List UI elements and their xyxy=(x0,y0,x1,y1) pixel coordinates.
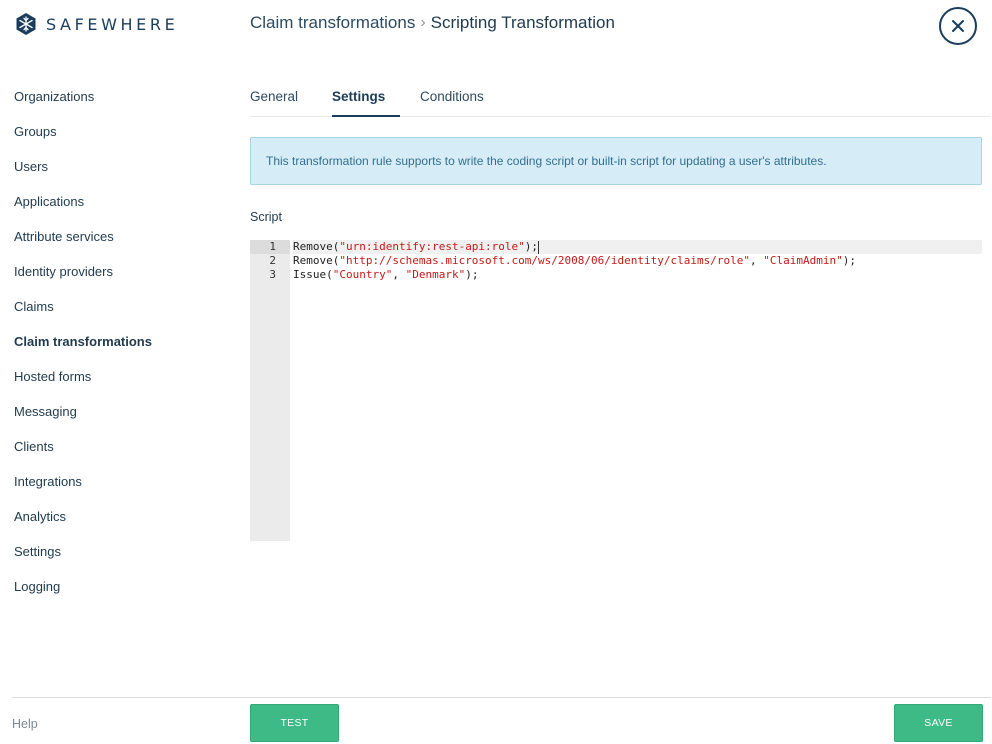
sidebar-item-applications[interactable]: Applications xyxy=(14,187,214,222)
tab-conditions[interactable]: Conditions xyxy=(420,80,484,117)
code-string: "Denmark" xyxy=(405,268,466,281)
sidebar-item-groups[interactable]: Groups xyxy=(14,117,214,152)
line-number: 3 xyxy=(269,268,276,281)
sidebar-item-identity-providers[interactable]: Identity providers xyxy=(14,257,214,292)
sidebar-item-messaging[interactable]: Messaging xyxy=(14,397,214,432)
sidebar-item-integrations[interactable]: Integrations xyxy=(14,467,214,502)
script-editor[interactable]: 1 2 3 Remove("urn:identify:rest-api:role… xyxy=(250,240,982,541)
help-link[interactable]: Help xyxy=(12,717,38,731)
line-number-gutter: 1 2 3 xyxy=(250,240,290,541)
code-token: , xyxy=(392,268,406,281)
code-token: Remove( xyxy=(293,240,340,253)
sidebar-item-users[interactable]: Users xyxy=(14,152,214,187)
code-token: ); xyxy=(842,254,856,267)
info-alert: This transformation rule supports to wri… xyxy=(250,137,982,185)
sidebar-item-organizations[interactable]: Organizations xyxy=(14,82,214,117)
code-line[interactable]: Remove("http://schemas.microsoft.com/ws/… xyxy=(293,254,982,268)
line-number: 2 xyxy=(269,254,276,267)
code-string: "Country" xyxy=(332,268,393,281)
code-string: "http://schemas.microsoft.com/ws/2008/06… xyxy=(339,254,750,267)
code-area[interactable]: Remove("urn:identify:rest-api:role"); Re… xyxy=(290,240,982,541)
snowflake-logo-icon xyxy=(16,13,36,35)
code-token: , xyxy=(749,254,764,267)
code-line[interactable]: Remove("urn:identify:rest-api:role"); xyxy=(293,240,982,254)
code-line[interactable]: Issue("Country", "Denmark"); xyxy=(293,268,982,282)
sidebar-item-analytics[interactable]: Analytics xyxy=(14,502,214,537)
code-token: Remove( xyxy=(293,254,340,267)
sidebar-item-claim-transformations[interactable]: Claim transformations xyxy=(14,327,214,362)
test-button[interactable]: TEST xyxy=(250,704,339,742)
brand-name: SAFEWHERE xyxy=(46,14,179,34)
tab-general[interactable]: General xyxy=(250,80,298,117)
script-label: Script xyxy=(250,210,282,224)
sidebar-item-logging[interactable]: Logging xyxy=(14,572,214,607)
info-alert-text: This transformation rule supports to wri… xyxy=(266,154,827,168)
sidebar-item-hosted-forms[interactable]: Hosted forms xyxy=(14,362,214,397)
line-number: 1 xyxy=(250,240,290,254)
code-token: ); xyxy=(465,268,479,281)
sidebar-item-clients[interactable]: Clients xyxy=(14,432,214,467)
breadcrumb-parent-link[interactable]: Claim transformations xyxy=(250,13,415,33)
sidebar-item-attribute-services[interactable]: Attribute services xyxy=(14,222,214,257)
close-button[interactable] xyxy=(939,7,977,45)
code-token: ); xyxy=(524,240,539,253)
tab-settings[interactable]: Settings xyxy=(332,80,400,117)
breadcrumb: Claim transformations › Scripting Transf… xyxy=(250,13,615,33)
safewhere-logo: SAFEWHERE xyxy=(14,11,178,37)
sidebar-item-settings[interactable]: Settings xyxy=(14,537,214,572)
sidebar-nav: Organizations Groups Users Applications … xyxy=(14,82,214,607)
sidebar-item-claims[interactable]: Claims xyxy=(14,292,214,327)
tab-bar: General Settings Conditions xyxy=(250,80,991,117)
save-button[interactable]: SAVE xyxy=(894,704,983,742)
text-cursor xyxy=(538,240,540,254)
close-icon xyxy=(952,20,964,32)
code-token: Issue( xyxy=(293,268,333,281)
code-string: "urn:identify:rest-api:role" xyxy=(339,240,525,253)
code-string: "ClaimAdmin" xyxy=(763,254,843,267)
footer-divider xyxy=(12,697,991,698)
breadcrumb-separator-icon: › xyxy=(420,14,426,31)
page-title: Scripting Transformation xyxy=(430,13,615,32)
